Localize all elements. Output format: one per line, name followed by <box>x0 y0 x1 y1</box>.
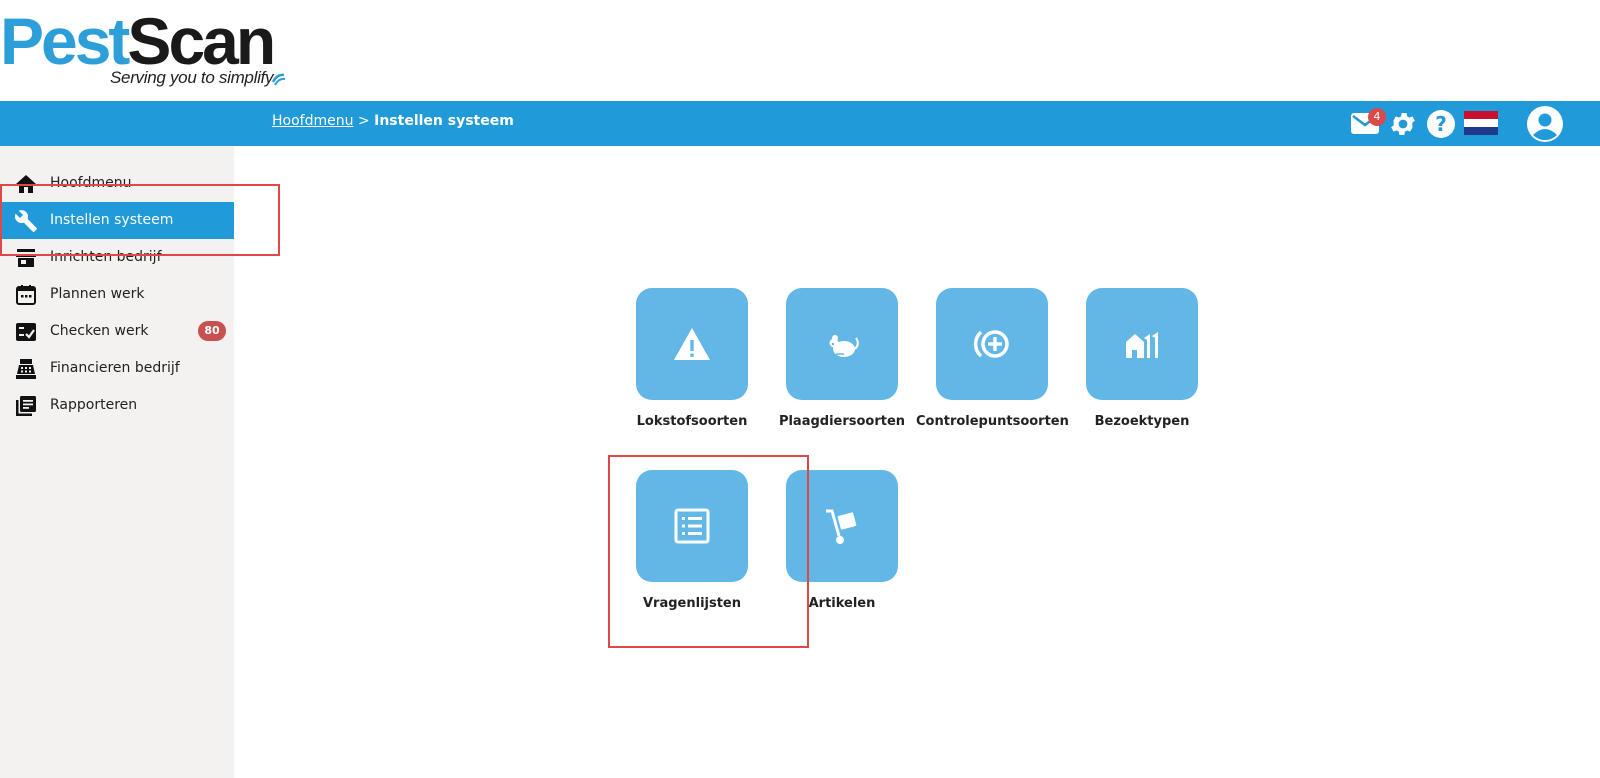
sidebar-item-label: Inrichten bedrijf <box>50 249 162 265</box>
settings-button[interactable] <box>1388 109 1418 143</box>
hand-truck-icon <box>826 509 857 544</box>
logo-tagline: Serving you to simplify <box>110 68 274 87</box>
user-account-button[interactable] <box>1526 105 1564 147</box>
sidebar-item-label: Rapporteren <box>50 397 138 413</box>
control-point-icon <box>973 330 1009 358</box>
svg-text:?: ? <box>1435 112 1447 136</box>
pestscan-logo: PestScan Serving you to simplify <box>0 0 400 100</box>
store-icon <box>16 249 36 267</box>
tile-button[interactable] <box>636 470 748 582</box>
sidebar-item-rapporteren[interactable]: Rapporteren <box>0 387 234 424</box>
tile-button[interactable] <box>636 288 748 400</box>
sidebar-item-label: Instellen systeem <box>50 212 174 228</box>
calendar-icon <box>16 285 36 305</box>
sidebar-item-label: Plannen werk <box>50 286 145 302</box>
tile-button[interactable] <box>936 288 1048 400</box>
user-avatar-icon <box>1527 106 1563 142</box>
list-icon <box>674 508 710 544</box>
wrench-icon <box>14 210 37 232</box>
gear-icon <box>1391 113 1415 135</box>
tile-button[interactable] <box>786 470 898 582</box>
logo-wordmark: PestScan <box>0 4 276 78</box>
cash-register-icon <box>16 359 36 379</box>
houses-icon <box>1126 332 1158 358</box>
logo-mark-icon <box>272 73 286 86</box>
help-button[interactable]: ? <box>1426 109 1456 143</box>
breadcrumb-current: Instellen systeem <box>374 113 514 129</box>
breadcrumb-separator: > <box>353 113 375 129</box>
tile-button[interactable] <box>1086 288 1198 400</box>
tile-label: Controlepuntsoorten <box>916 414 1069 429</box>
sidebar-item-hoofdmenu[interactable]: Hoofdmenu <box>0 165 234 202</box>
breadcrumb-link-hoofdmenu[interactable]: Hoofdmenu <box>272 113 353 129</box>
tile-label: Artikelen <box>808 596 876 611</box>
help-icon: ? <box>1427 110 1455 138</box>
checklist-icon <box>16 323 36 341</box>
sidebar-item-financieren-bedrijf[interactable]: Financieren bedrijf <box>0 350 234 387</box>
sidebar-item-label: Checken werk <box>50 323 149 339</box>
sidebar-item-label: Financieren bedrijf <box>50 360 180 376</box>
checken-werk-count-badge: 80 <box>198 321 226 341</box>
sidebar: Hoofdmenu Instellen systeem Inrichten be… <box>0 146 234 778</box>
header-actions: 4 ? <box>1340 101 1600 146</box>
sidebar-item-inrichten-bedrijf[interactable]: Inrichten bedrijf <box>0 239 234 276</box>
top-navigation-bar: Hoofdmenu > Instellen systeem 4 ? <box>0 101 1600 146</box>
home-icon <box>16 175 36 193</box>
sidebar-item-checken-werk[interactable]: Checken werk 80 <box>0 313 234 350</box>
tile-label: Plaagdiersoorten <box>778 414 906 429</box>
sidebar-item-plannen-werk[interactable]: Plannen werk <box>0 276 234 313</box>
mail-count-badge: 4 <box>1368 108 1386 126</box>
tile-label: Vragenlijsten <box>642 596 741 611</box>
warning-icon <box>674 328 710 360</box>
mail-button[interactable]: 4 <box>1350 108 1386 140</box>
report-icon <box>16 396 36 416</box>
language-button[interactable] <box>1464 111 1498 139</box>
mouse-icon <box>829 335 859 357</box>
sidebar-item-label: Hoofdmenu <box>50 175 132 191</box>
tile-label: Lokstofsoorten <box>636 414 748 429</box>
tile-label: Bezoektypen <box>1094 414 1190 429</box>
breadcrumb: Hoofdmenu > Instellen systeem <box>272 113 514 129</box>
sidebar-item-instellen-systeem[interactable]: Instellen systeem <box>0 202 234 239</box>
dutch-flag-icon <box>1464 111 1498 135</box>
tile-button[interactable] <box>786 288 898 400</box>
